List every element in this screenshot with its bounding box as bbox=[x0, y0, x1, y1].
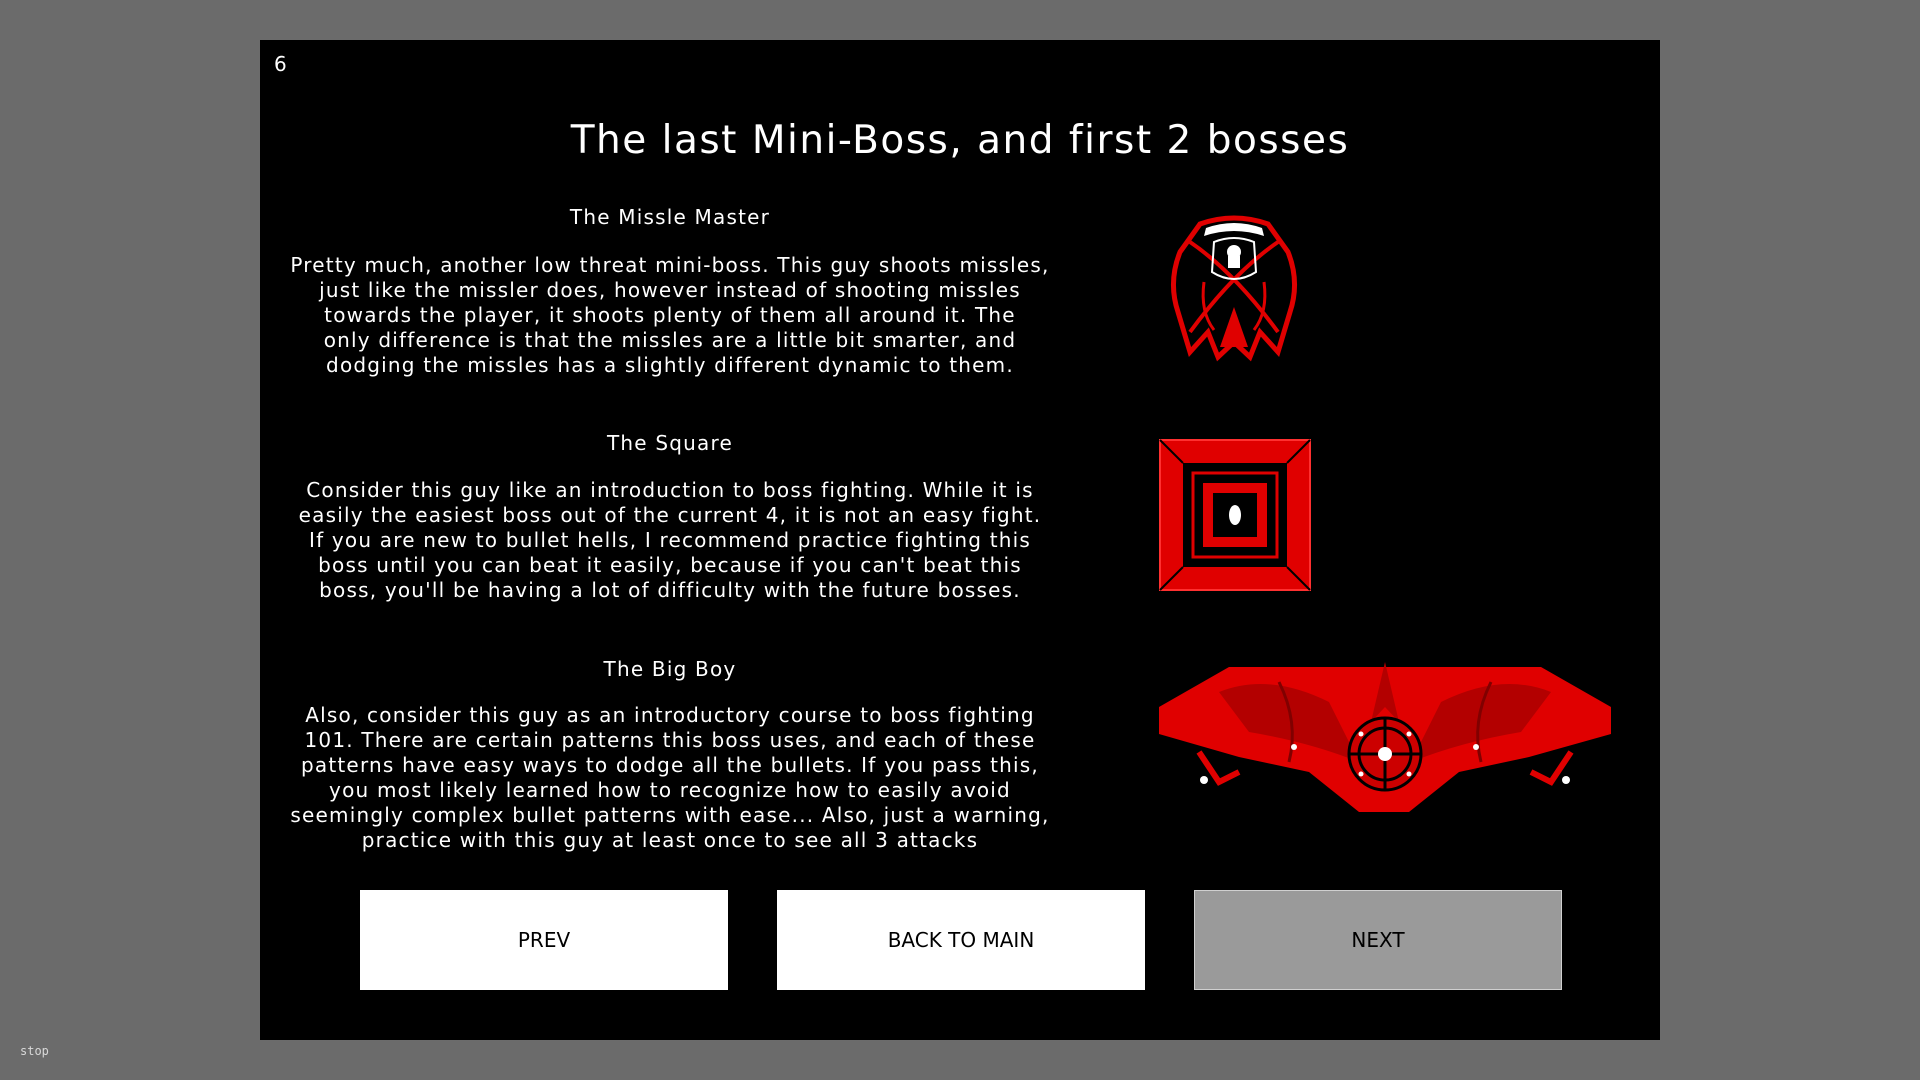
back-to-main-button[interactable]: BACK TO MAIN bbox=[777, 890, 1145, 990]
missle-master-sprite-icon bbox=[1171, 215, 1297, 362]
status-text: stop bbox=[20, 1044, 49, 1058]
game-screen: 6 The last Mini-Boss, and first 2 bosses… bbox=[260, 40, 1660, 1040]
big-boy-sprite-icon bbox=[1159, 662, 1611, 812]
square-boss-sprite-icon bbox=[1159, 439, 1311, 591]
boss-description-square: Consider this guy like an introduction t… bbox=[298, 478, 1042, 602]
boss-name-big-boy: The Big Boy bbox=[603, 657, 737, 681]
boss-description-missle-master: Pretty much, another low threat mini-bos… bbox=[290, 253, 1050, 377]
boss-name-square: The Square bbox=[607, 431, 733, 455]
page-title: The last Mini-Boss, and first 2 bosses bbox=[570, 118, 1350, 163]
boss-description-big-boy: Also, consider this guy as an introducto… bbox=[290, 703, 1050, 852]
next-button[interactable]: NEXT bbox=[1194, 890, 1562, 990]
page-number: 6 bbox=[274, 52, 287, 76]
boss-name-missle-master: The Missle Master bbox=[569, 205, 771, 229]
prev-button[interactable]: PREV bbox=[360, 890, 728, 990]
